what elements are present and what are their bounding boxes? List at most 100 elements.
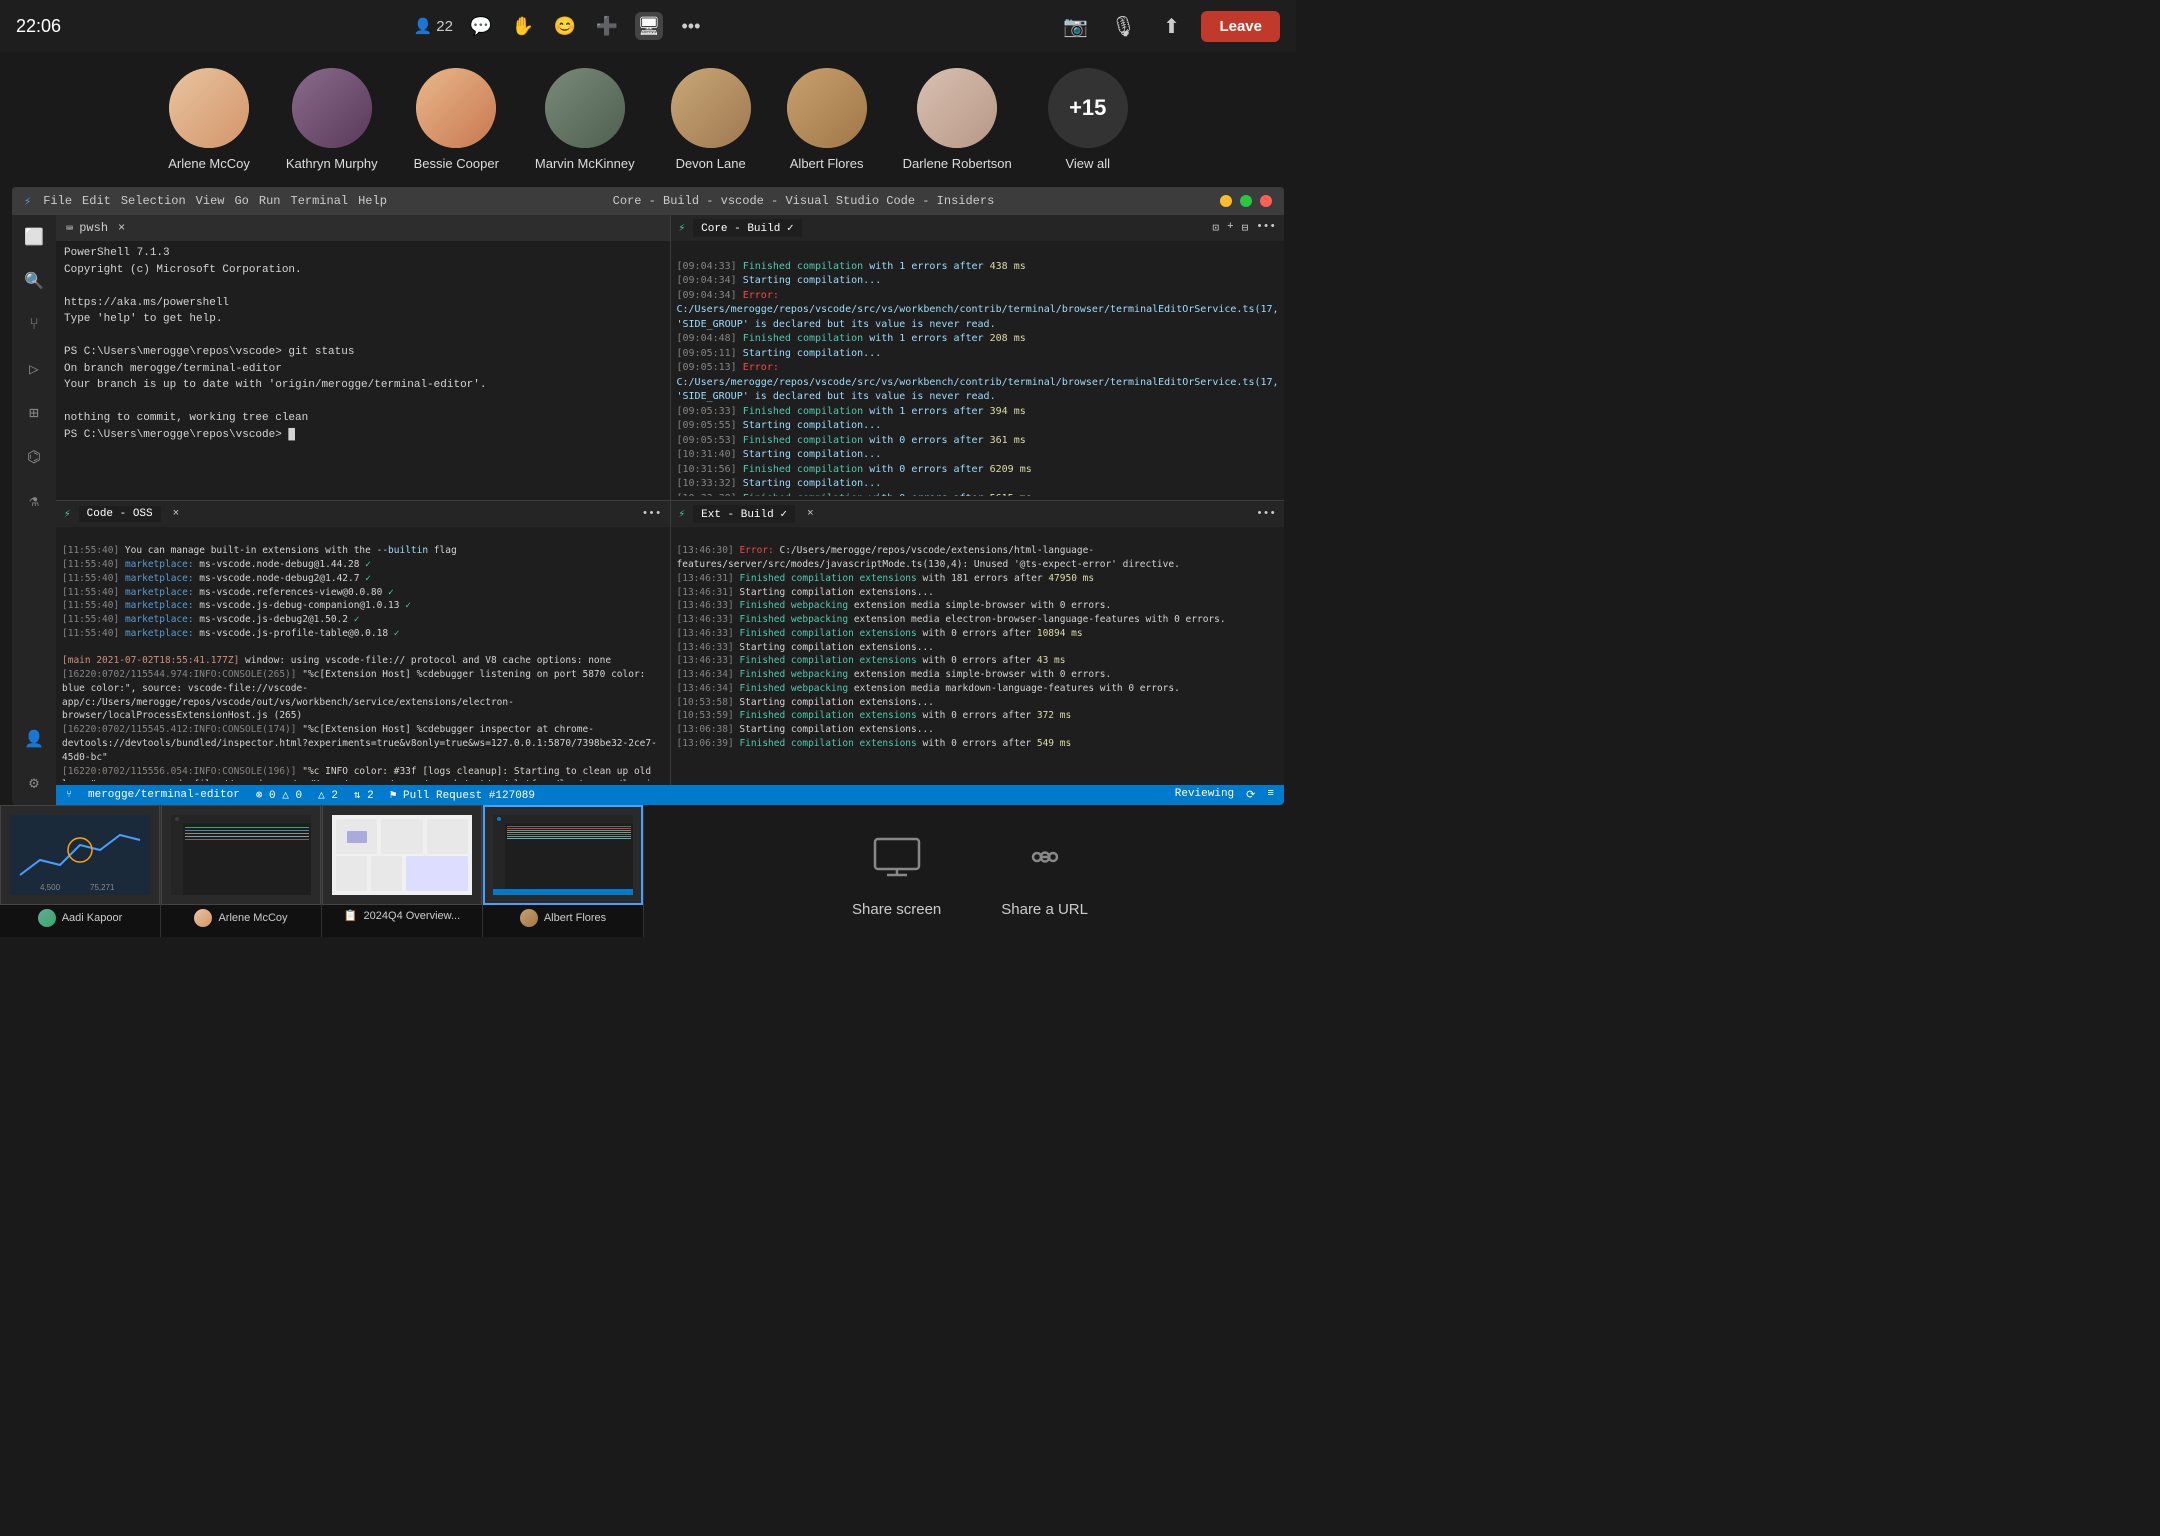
git-branch-name[interactable]: merogge/terminal-editor xyxy=(88,789,240,801)
microphone-button[interactable]: 🎙 xyxy=(1105,8,1141,44)
git-branch-icon: ⑂ xyxy=(66,789,72,801)
share-url-option[interactable]: Share a URL xyxy=(1001,825,1088,918)
code-oss-tab-bar: ⚡ Code - OSS × ••• xyxy=(56,501,670,527)
close-button[interactable] xyxy=(1260,195,1272,207)
thumbnail-label-aadi: Aadi Kapoor xyxy=(0,905,160,931)
code-oss-close[interactable]: × xyxy=(173,508,180,520)
thumbnail-label-2024q4: 📋 2024Q4 Overview... xyxy=(322,905,482,926)
menu-go[interactable]: Go xyxy=(234,194,248,208)
reviewing-label[interactable]: Reviewing xyxy=(1175,788,1234,802)
thumbnail-arlene-mccoy[interactable]: Arlene McCoy xyxy=(161,805,321,937)
participant-mm[interactable]: Marvin McKinney xyxy=(535,68,635,171)
thumbnail-albert-flores[interactable]: Albert Flores xyxy=(483,805,643,937)
thumbnail-aadi-kapoor[interactable]: 4,500 75,271 Aadi Kapoor xyxy=(0,805,160,937)
sidebar-accounts-icon[interactable]: 👤 xyxy=(20,725,48,753)
participant-am[interactable]: Arlene McCoy xyxy=(168,68,250,171)
participant-dr[interactable]: Darlene Robertson xyxy=(903,68,1012,171)
core-build-output: [09:04:33] Finished compilation with 1 e… xyxy=(677,245,1279,496)
participant-bc[interactable]: Bessie Cooper xyxy=(414,68,499,171)
menu-file[interactable]: File xyxy=(43,194,72,208)
panel-split-icon[interactable]: ⊟ xyxy=(1242,221,1249,235)
ext-build-tab-bar: ⚡ Ext - Build ✓ × ••• xyxy=(671,501,1285,527)
menu-view[interactable]: View xyxy=(196,194,225,208)
sidebar-search-icon[interactable]: 🔍 xyxy=(20,267,48,295)
chat-button[interactable]: 💬 xyxy=(467,12,495,40)
participant-af[interactable]: Albert Flores xyxy=(787,68,867,171)
thumbnail-label-albert: Albert Flores xyxy=(483,905,643,931)
bottom-bar: 4,500 75,271 Aadi Kapoor xyxy=(0,805,1296,937)
code-oss-more[interactable]: ••• xyxy=(642,508,662,520)
menu-edit[interactable]: Edit xyxy=(82,194,111,208)
sidebar-testing-icon[interactable]: ⚗ xyxy=(20,487,48,515)
terminal-content-area[interactable]: PowerShell 7.1.3 Copyright (c) Microsoft… xyxy=(56,241,670,500)
error-count[interactable]: ⊗ 0 △ 0 xyxy=(256,788,302,802)
avatar-albert-thumb xyxy=(520,909,538,927)
leave-button[interactable]: Leave xyxy=(1201,11,1280,42)
avatar xyxy=(169,68,249,148)
participant-name: Marvin McKinney xyxy=(535,156,635,171)
sidebar-extensions-icon[interactable]: ⊞ xyxy=(20,399,48,427)
camera-button[interactable]: 📷 xyxy=(1057,8,1093,44)
menu-selection[interactable]: Selection xyxy=(121,194,186,208)
avatar-face xyxy=(545,68,625,148)
upload-button[interactable]: ⬆ xyxy=(1153,8,1189,44)
avatar-aadi xyxy=(38,909,56,927)
share-screen-button[interactable]: 🖥 xyxy=(635,12,663,40)
vscode-status-bar: ⑂ merogge/terminal-editor ⊗ 0 △ 0 △ 2 ⇅ … xyxy=(56,785,1284,805)
share-screen-icon xyxy=(865,825,929,889)
participants-indicator[interactable]: 👤 22 xyxy=(414,17,453,35)
terminal-tab-close[interactable]: × xyxy=(118,221,125,235)
maximize-button[interactable] xyxy=(1240,195,1252,207)
slides-icon: 📋 xyxy=(344,909,358,922)
core-build-tab-bar: ⚡ Core - Build ✓ ⊡ + ⊟ ••• xyxy=(671,215,1285,241)
clear-icon[interactable]: ⊡ xyxy=(1212,221,1219,235)
thumbnail-2024q4[interactable]: 📋 2024Q4 Overview... xyxy=(322,805,482,937)
name-albert: Albert Flores xyxy=(544,912,606,924)
pull-request-label[interactable]: ⚑ Pull Request #127089 xyxy=(390,788,535,802)
participant-name: Arlene McCoy xyxy=(168,156,250,171)
status-more-icon[interactable]: ≡ xyxy=(1267,788,1274,802)
share-options-area: Share screen Share a URL xyxy=(644,805,1296,937)
panel-more-icon[interactable]: ••• xyxy=(1256,221,1276,235)
avatar xyxy=(671,68,751,148)
avatar xyxy=(787,68,867,148)
avatar-face xyxy=(917,68,997,148)
sidebar-remote-icon[interactable]: ⌬ xyxy=(20,443,48,471)
code-oss-output: [11:55:40] You can manage built-in exten… xyxy=(62,531,664,782)
core-build-content[interactable]: [09:04:33] Finished compilation with 1 e… xyxy=(671,241,1285,500)
participant-name: Bessie Cooper xyxy=(414,156,499,171)
code-oss-tab[interactable]: Code - OSS xyxy=(79,506,161,522)
minimize-button[interactable] xyxy=(1220,195,1232,207)
ext-build-more[interactable]: ••• xyxy=(1256,508,1276,520)
participant-km[interactable]: Kathryn Murphy xyxy=(286,68,378,171)
sidebar-run-icon[interactable]: ▷ xyxy=(20,355,48,383)
menu-terminal[interactable]: Terminal xyxy=(291,194,349,208)
reactions-button[interactable]: 😊 xyxy=(551,12,579,40)
sidebar-source-control-icon[interactable]: ⑂ xyxy=(20,311,48,339)
add-button[interactable]: ➕ xyxy=(593,12,621,40)
panel-plus-icon[interactable]: + xyxy=(1227,221,1234,235)
avatar xyxy=(416,68,496,148)
sidebar-settings-icon[interactable]: ⚙ xyxy=(20,769,48,797)
ext-build-content[interactable]: [13:46:30] Error: C:/Users/merogge/repos… xyxy=(671,527,1285,786)
status-sync-icon[interactable]: ⟳ xyxy=(1246,788,1255,802)
participant-dl[interactable]: Devon Lane xyxy=(671,68,751,171)
core-build-tab[interactable]: Core - Build ✓ xyxy=(693,219,801,237)
terminal-tab[interactable]: ⌨ pwsh × xyxy=(56,215,670,241)
avatar-face xyxy=(292,68,372,148)
menu-help[interactable]: Help xyxy=(358,194,387,208)
ext-build-close[interactable]: × xyxy=(807,508,814,520)
av-controls: 📷 🎙 ⬆ Leave xyxy=(1057,8,1280,44)
code-oss-content[interactable]: [11:55:40] You can manage built-in exten… xyxy=(56,527,670,786)
ext-build-tab[interactable]: Ext - Build ✓ xyxy=(693,505,795,523)
view-all-button[interactable]: +15 View all xyxy=(1048,68,1128,171)
vscode-layout: ⬜ 🔍 ⑂ ▷ ⊞ ⌬ ⚗ 👤 ⚙ ⌨ pw xyxy=(12,215,1284,805)
share-screen-option[interactable]: Share screen xyxy=(852,825,941,918)
raise-hand-button[interactable]: ✋ xyxy=(509,12,537,40)
git-sync-icon[interactable]: ⇅ 2 xyxy=(354,788,374,802)
menu-run[interactable]: Run xyxy=(259,194,281,208)
meeting-time: 22:06 xyxy=(16,16,61,37)
more-options-button[interactable]: ••• xyxy=(677,12,705,40)
sidebar-explorer-icon[interactable]: ⬜ xyxy=(20,223,48,251)
avatar-face xyxy=(169,68,249,148)
